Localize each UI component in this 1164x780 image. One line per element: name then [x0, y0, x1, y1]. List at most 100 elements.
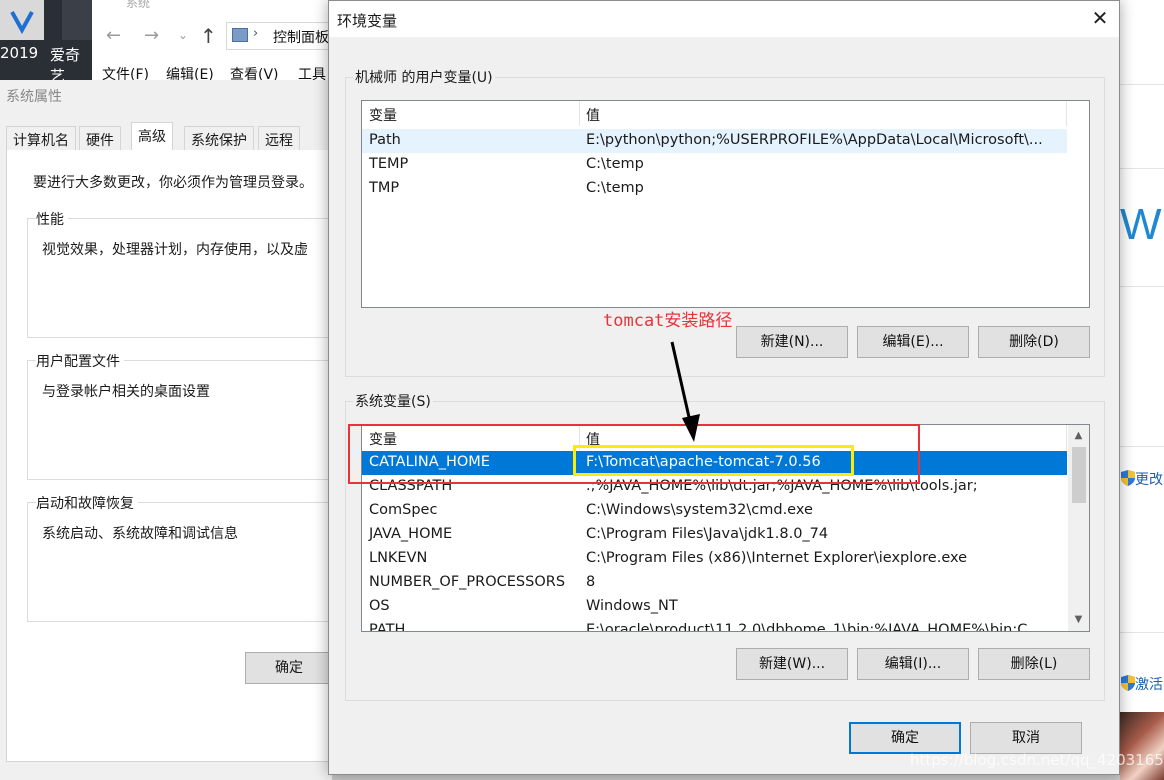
user-edit-button[interactable]: 编辑(E)... — [857, 326, 969, 358]
annotation-yellow-box — [573, 445, 854, 476]
variable-value: E:\oracle\product\11.2.0\dbhome_1\bin;%J… — [586, 622, 1028, 632]
system-new-button[interactable]: 新建(W)... — [736, 648, 848, 680]
table-row[interactable]: TEMP C:\temp — [362, 153, 1067, 177]
user-variables-list[interactable]: 变量 值 Path E:\python\python;%USERPROFILE%… — [361, 100, 1090, 308]
back-arrow-icon[interactable]: ← — [106, 25, 121, 46]
variable-value: C:\temp — [586, 156, 644, 172]
annotation-label: tomcat安装路径 — [603, 311, 733, 331]
environment-variables-dialog: 环境变量 ✕ 机械师 的用户变量(U) 变量 值 Path E:\python\… — [328, 0, 1120, 775]
variable-name: Path — [369, 132, 401, 148]
uac-shield-icon — [1121, 470, 1135, 486]
close-icon[interactable]: ✕ — [1081, 1, 1119, 37]
performance-desc: 视觉效果，处理器计划，内存使用，以及虚 — [42, 242, 308, 258]
startup-recovery-group: 启动和故障恢复 系统启动、系统故障和调试信息 — [27, 493, 339, 622]
performance-group: 性能 视觉效果，处理器计划，内存使用，以及虚 — [27, 209, 339, 338]
explorer-title: 系统 — [126, 0, 151, 10]
user-profiles-desc: 与登录帐户相关的桌面设置 — [42, 384, 210, 400]
control-panel-icon — [232, 28, 248, 42]
performance-title: 性能 — [36, 209, 68, 229]
variable-name: ComSpec — [369, 502, 438, 518]
ok-button[interactable]: 确定 — [849, 722, 961, 754]
divider — [1120, 286, 1164, 287]
brand-letter: W — [1120, 200, 1162, 249]
change-settings-link[interactable]: 更改 — [1135, 469, 1163, 489]
user-variables-group: 机械师 的用户变量(U) 变量 值 Path E:\python\python;… — [345, 67, 1105, 377]
cancel-button[interactable]: 取消 — [970, 722, 1082, 754]
table-row[interactable]: TMP C:\temp — [362, 177, 1067, 201]
tab-remote[interactable]: 远程 — [258, 126, 300, 151]
watermark: https://blog.csdn.net/qq_42031653 — [910, 751, 1164, 769]
user-new-button[interactable]: 新建(N)... — [736, 326, 848, 358]
admin-note: 要进行大多数更改，你必须作为管理员登录。 — [33, 175, 313, 191]
desktop-area: 2019 爱奇艺 — [0, 0, 92, 80]
table-row[interactable]: OS Windows_NT — [362, 595, 1067, 619]
variable-value: C:\Windows\system32\cmd.exe — [586, 502, 813, 518]
column-value[interactable]: 值 — [586, 105, 600, 125]
background-webpage: W 更改 激活 — [1120, 0, 1164, 780]
startup-recovery-desc: 系统启动、系统故障和调试信息 — [42, 526, 238, 542]
table-row[interactable]: PATH E:\oracle\product\11.2.0\dbhome_1\b… — [362, 619, 1067, 632]
variable-name: NUMBER_OF_PROCESSORS — [369, 574, 566, 590]
app-shortcut-icon[interactable] — [0, 0, 44, 40]
tab-advanced[interactable]: 高级 — [131, 122, 173, 152]
system-variables-title: 系统变量(S) — [353, 391, 433, 411]
scroll-thumb[interactable] — [1072, 447, 1086, 503]
desktop-label-year: 2019 — [0, 44, 39, 62]
variable-name: TMP — [369, 180, 400, 196]
divider — [1120, 84, 1164, 85]
variable-value: 8 — [586, 574, 596, 590]
user-variables-title: 机械师 的用户变量(U) — [353, 67, 495, 87]
column-separator[interactable] — [579, 101, 580, 126]
variable-name: JAVA_HOME — [369, 526, 453, 542]
divider — [1120, 446, 1164, 447]
address-bar[interactable]: › 控制面板 — [226, 22, 336, 50]
vertical-scrollbar[interactable]: ▲ ▼ — [1068, 425, 1089, 631]
scroll-down-icon[interactable]: ▼ — [1070, 611, 1087, 628]
variable-name: PATH — [369, 622, 406, 632]
shortcut-icon[interactable] — [62, 0, 92, 40]
system-delete-button[interactable]: 删除(L) — [978, 648, 1090, 680]
uac-shield-icon — [1121, 675, 1135, 691]
up-arrow-icon[interactable]: ↑ — [200, 24, 217, 48]
dialog-titlebar[interactable]: 环境变量 ✕ — [329, 1, 1119, 37]
table-row[interactable]: LNKEVN C:\Program Files (x86)\Internet E… — [362, 547, 1067, 571]
variable-value: Windows_NT — [586, 598, 678, 614]
variable-name: OS — [369, 598, 390, 614]
activate-link[interactable]: 激活 — [1135, 674, 1163, 694]
scroll-up-icon[interactable]: ▲ — [1070, 427, 1087, 444]
forward-arrow-icon[interactable]: → — [144, 25, 159, 46]
column-separator[interactable] — [1066, 425, 1067, 450]
column-separator[interactable] — [1066, 101, 1067, 126]
variable-value: C:\temp — [586, 180, 644, 196]
background-photo — [1120, 712, 1164, 780]
dialog-title: 环境变量 — [337, 12, 398, 30]
breadcrumb-chevron-icon: › — [253, 26, 259, 41]
table-row[interactable]: Path E:\python\python;%USERPROFILE%\AppD… — [362, 129, 1067, 153]
user-delete-button[interactable]: 删除(D) — [978, 326, 1090, 358]
startup-recovery-title: 启动和故障恢复 — [36, 493, 138, 513]
variable-value: E:\python\python;%USERPROFILE%\AppData\L… — [586, 132, 1043, 148]
column-variable[interactable]: 变量 — [369, 105, 397, 125]
list-header: 变量 值 — [362, 101, 1067, 126]
history-chevron-icon[interactable]: ⌄ — [178, 28, 188, 42]
user-profiles-group: 用户配置文件 与登录帐户相关的桌面设置 — [27, 351, 339, 480]
variable-name: TEMP — [369, 156, 409, 172]
address-text: 控制面板 — [273, 30, 329, 46]
tab-computer-name[interactable]: 计算机名 — [6, 126, 76, 151]
variable-name: LNKEVN — [369, 550, 428, 566]
explorer-window: 系统 ← → ⌄ ↑ › 控制面板 文件(F) 编辑(E) 查看(V) 工具 — [92, 0, 336, 83]
tab-hardware[interactable]: 硬件 — [79, 126, 121, 151]
system-properties-ok-button[interactable]: 确定 — [245, 652, 333, 684]
table-row[interactable]: JAVA_HOME C:\Program Files\Java\jdk1.8.0… — [362, 523, 1067, 547]
variable-value: C:\Program Files\Java\jdk1.8.0_74 — [586, 526, 829, 542]
user-profiles-title: 用户配置文件 — [36, 351, 124, 371]
system-edit-button[interactable]: 编辑(I)... — [857, 648, 969, 680]
annotation-arrow-icon — [670, 341, 700, 442]
divider — [1120, 632, 1164, 633]
table-row[interactable]: NUMBER_OF_PROCESSORS 8 — [362, 571, 1067, 595]
table-row[interactable]: ComSpec C:\Windows\system32\cmd.exe — [362, 499, 1067, 523]
divider — [1120, 168, 1164, 169]
tab-system-protection[interactable]: 系统保护 — [184, 126, 254, 151]
system-properties-title: 系统属性 — [6, 89, 62, 105]
desktop-label-app: 爱奇艺 — [50, 46, 81, 80]
